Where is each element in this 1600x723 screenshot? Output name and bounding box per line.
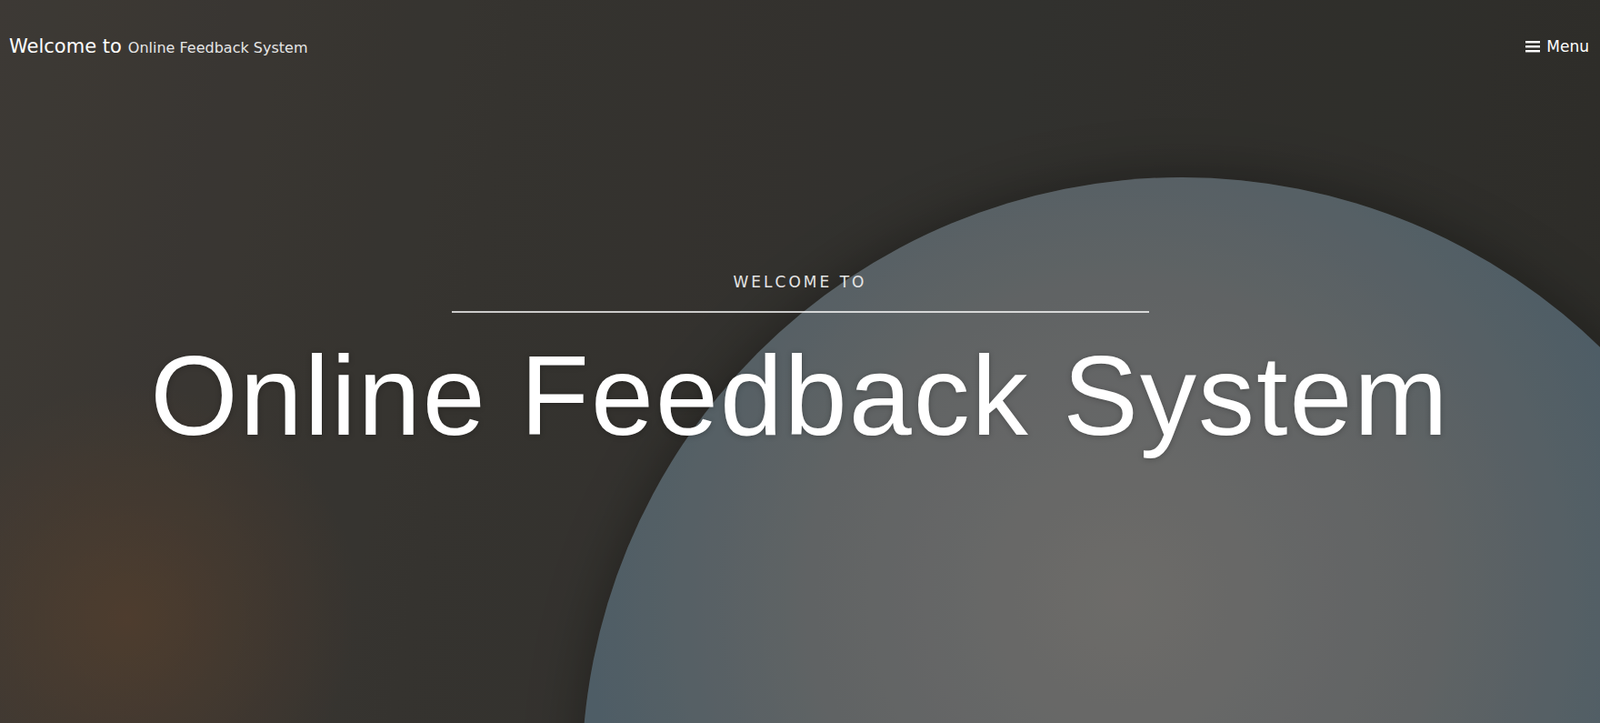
top-bar: Welcome to Online Feedback System Menu: [0, 0, 1600, 66]
landing-page: Welcome to Online Feedback System Menu WELC…: [0, 0, 1600, 723]
hero-kicker: WELCOME TO: [733, 272, 868, 311]
brand-prefix: Welcome to: [9, 35, 122, 58]
brand-name: Online Feedback System: [128, 39, 309, 57]
hamburger-icon[interactable]: [1525, 40, 1540, 53]
menu-label[interactable]: Menu: [1546, 37, 1590, 56]
menu-button[interactable]: Menu: [1525, 37, 1590, 56]
hero-title: Online Feedback System: [150, 330, 1450, 461]
brand-logo[interactable]: Welcome to Online Feedback System: [9, 35, 308, 58]
hero-section: WELCOME TO Online Feedback System: [0, 65, 1600, 723]
hero-divider: [451, 310, 1150, 313]
